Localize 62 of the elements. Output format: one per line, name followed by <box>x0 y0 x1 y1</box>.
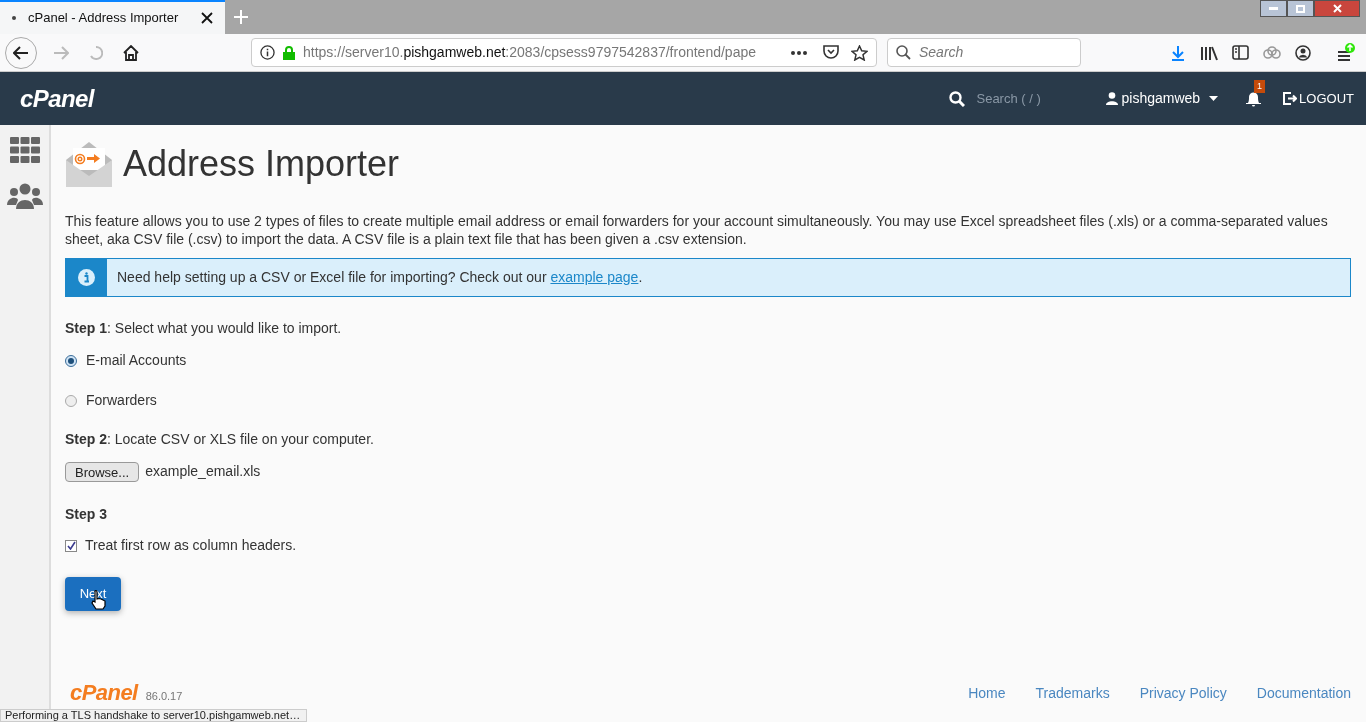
description-text: This feature allows you to use 2 types of files to create multiple email address or email forwarders for your account simultaneously. You may use Excel spreadsheet files (.xls) or a comma-separated values sheet, aka CSV file (.csv) to import the data. A CSV file is a plain text file that has been given a .csv extension. <box>65 212 1329 248</box>
account-icon[interactable] <box>1295 44 1311 61</box>
footer-link[interactable]: Privacy Policy <box>1139 683 1227 704</box>
radio-button[interactable] <box>65 394 77 407</box>
browser-tab[interactable]: cPanel - Address Importer <box>0 0 225 34</box>
footer-link[interactable]: Trademarks <box>1035 683 1110 704</box>
browse-button[interactable]: Browse... <box>65 461 140 482</box>
file-name: example_email.xls <box>145 462 261 481</box>
bell-icon[interactable] <box>1246 90 1262 107</box>
search-icon <box>896 45 911 60</box>
back-arrow-icon[interactable] <box>13 45 29 60</box>
user-menu[interactable]: pishgamweb <box>1121 88 1201 109</box>
checkbox[interactable] <box>65 539 77 552</box>
menu-icon[interactable] <box>1337 42 1355 63</box>
restore-button[interactable] <box>1287 0 1314 17</box>
home-icon[interactable] <box>123 44 139 61</box>
close-icon[interactable] <box>201 12 213 24</box>
more-icon[interactable] <box>791 50 807 55</box>
status-bar: Performing a TLS handshake to server10.pishgamweb.net… <box>0 709 308 722</box>
radio-label: Forwarders <box>86 391 157 410</box>
logout-icon[interactable] <box>1283 92 1298 105</box>
star-icon[interactable] <box>851 44 868 61</box>
step-label: Step 1: Select what you would like to import. <box>65 319 343 338</box>
search-icon[interactable] <box>949 90 966 107</box>
footer-link[interactable]: Documentation <box>1256 683 1351 704</box>
url-text: https://server10. <box>303 44 404 60</box>
user-icon <box>1106 92 1119 105</box>
cpanel-logo[interactable]: cPanel <box>70 682 138 704</box>
version-text: 86.0.17 <box>145 688 183 704</box>
step-label: Step 2: Locate CSV or XLS file on your computer. <box>65 430 375 449</box>
radio-label: E-mail Accounts <box>86 351 187 370</box>
cpanel-logo[interactable]: cPanel <box>20 80 94 117</box>
pocket-icon[interactable] <box>823 45 839 60</box>
next-button[interactable]: Next <box>65 577 121 611</box>
close-window-button[interactable] <box>1314 0 1360 17</box>
notification-badge: 1 <box>1254 79 1266 93</box>
users-icon[interactable] <box>6 183 43 209</box>
download-icon[interactable] <box>1170 44 1186 61</box>
info-text: Need help setting up a CSV or Excel file for importing? Check out our example page. <box>117 268 643 287</box>
lock-icon <box>283 45 295 60</box>
url-path: :2083/cpsess9797542837/frontend/pape <box>505 44 756 60</box>
info-icon[interactable] <box>260 45 275 60</box>
step-label: Step 3 <box>65 505 108 524</box>
tab-title: cPanel - Address Importer <box>28 9 180 28</box>
search-placeholder: Search <box>919 43 964 62</box>
checkbox-label: Treat first row as column headers. <box>85 536 297 555</box>
grid-icon[interactable] <box>9 137 40 163</box>
search-field[interactable]: Search ( / ) <box>976 88 1107 109</box>
sidebar-icon[interactable] <box>1232 45 1249 60</box>
url-bar[interactable]: https://server10.pishgamweb.net:2083/cpsess9797542837/frontend/pape <box>251 38 877 67</box>
caret-icon[interactable] <box>1209 96 1219 101</box>
info-icon <box>78 269 95 286</box>
example-page-link[interactable]: example page <box>550 269 639 285</box>
minimize-button[interactable] <box>1260 0 1287 17</box>
radio-button[interactable] <box>65 354 77 367</box>
footer-link[interactable]: Home <box>968 683 1006 704</box>
search-field[interactable]: Search <box>887 38 1081 67</box>
library-icon[interactable] <box>1200 44 1218 61</box>
logout-link[interactable]: LOGOUT <box>1299 88 1354 109</box>
page-title: Address Importer <box>123 142 400 186</box>
url-host: pishgamweb.net <box>403 44 506 60</box>
envelope-icon <box>65 140 113 188</box>
